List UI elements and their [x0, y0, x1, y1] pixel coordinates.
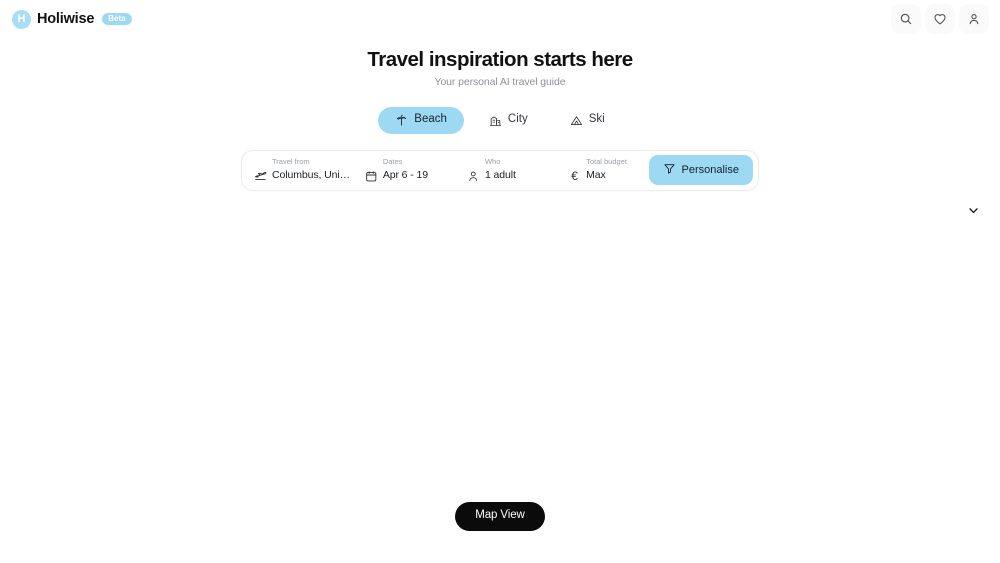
plane-departure-icon [254, 169, 267, 182]
mountain-icon [570, 114, 583, 127]
account-button[interactable] [959, 4, 989, 34]
building-icon [489, 114, 502, 127]
search-icon [899, 12, 913, 26]
person-icon [467, 170, 480, 183]
tab-beach-label: Beach [414, 113, 447, 126]
personalise-label: Personalise [681, 163, 739, 176]
tab-ski[interactable]: Ski [553, 107, 622, 134]
map-view-button[interactable]: Map View [455, 501, 545, 531]
who-value: 1 adult [484, 170, 516, 182]
brand-logo[interactable]: H Holiwise Beta [12, 9, 132, 29]
tab-beach[interactable]: Beach [378, 106, 464, 134]
travel-from-label: Travel from [272, 156, 310, 166]
budget-value-row: € Max [568, 170, 648, 182]
who-label: Who [484, 157, 501, 167]
travel-from-value-row: Columbus, Unite... [254, 169, 353, 182]
dates-label: Dates [382, 157, 403, 167]
user-icon [967, 12, 981, 26]
euro-glyph: € [571, 168, 578, 183]
chevron-down-icon [967, 204, 980, 220]
dates-value: Apr 6 - 19 [382, 170, 428, 182]
results-area [0, 220, 1000, 502]
personalise-button[interactable]: Personalise [648, 155, 753, 186]
collapse-row [0, 204, 1000, 220]
euro-icon: € [568, 170, 581, 182]
who-field[interactable]: Who 1 adult [455, 158, 556, 182]
calendar-icon [365, 170, 378, 183]
page-subtitle: Your personal AI travel guide [434, 75, 566, 88]
budget-value: Max [586, 170, 606, 182]
beta-badge: Beta [102, 13, 132, 25]
map-view-wrapper: Map View [0, 501, 1000, 531]
budget-label: Total budget [586, 157, 627, 167]
palm-tree-icon [395, 114, 408, 127]
dates-value-row: Apr 6 - 19 [365, 170, 455, 183]
saved-button[interactable] [925, 4, 955, 34]
brand-name: Holiwise [37, 11, 95, 27]
filter-funnel-icon [663, 162, 676, 178]
travel-from-field[interactable]: Travel from Columbus, Unite... [242, 158, 353, 183]
hero-section: Travel inspiration starts here Your pers… [0, 47, 1000, 88]
search-button[interactable] [891, 4, 921, 34]
page-title: Travel inspiration starts here [367, 48, 633, 71]
heart-icon [933, 12, 947, 26]
travel-from-value: Columbus, Unite... [272, 170, 353, 182]
search-panel: Travel from Columbus, Unite... Dates Apr… [241, 149, 759, 191]
who-value-row: 1 adult [467, 170, 556, 183]
app-header: H Holiwise Beta [0, 0, 1000, 38]
dates-field[interactable]: Dates Apr 6 - 19 [353, 158, 455, 182]
search-panel-wrapper: Travel from Columbus, Unite... Dates Apr… [0, 149, 1000, 191]
header-actions [891, 4, 989, 34]
holiwise-logo-icon: H [12, 9, 31, 29]
category-tabs: Beach City Ski [0, 106, 1000, 134]
budget-field[interactable]: Total budget € Max [556, 158, 648, 182]
tab-ski-label: Ski [588, 113, 605, 126]
collapse-toggle-button[interactable] [965, 204, 981, 220]
tab-city-label: City [507, 113, 528, 126]
tab-city[interactable]: City [472, 107, 545, 134]
